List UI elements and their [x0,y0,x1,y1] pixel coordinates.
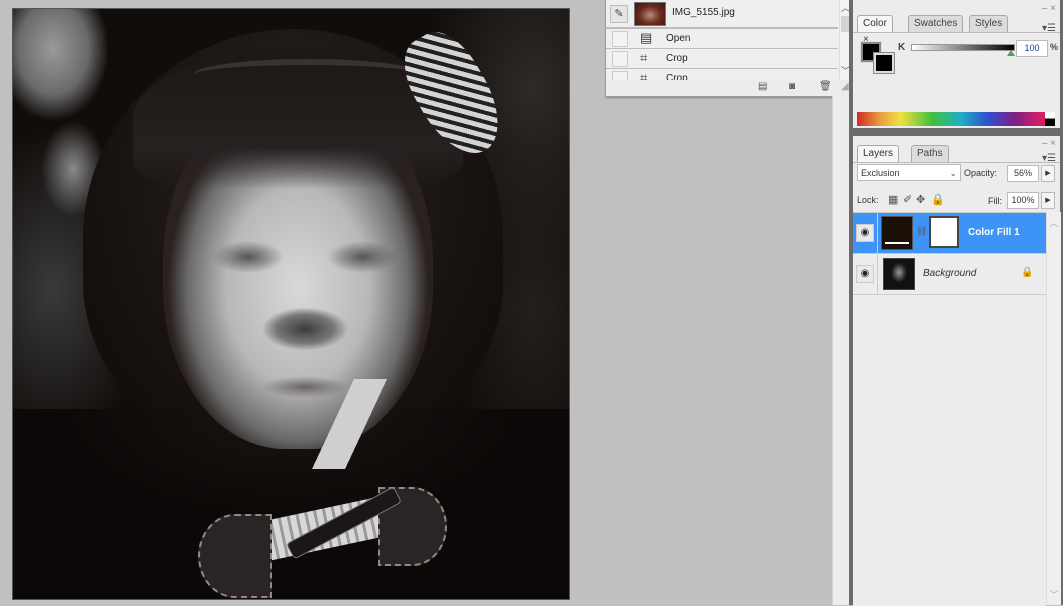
document-canvas[interactable] [12,8,570,600]
layer-list: ◉ ⛓ Color Fill 1 ◉ Background 🔒 [853,212,1046,606]
close-icon[interactable]: × [1050,138,1056,149]
tab-swatches[interactable]: Swatches [908,15,964,32]
blend-mode-select[interactable]: Exclusion ⌄ [857,164,961,181]
k-channel-slider[interactable] [911,44,1015,51]
history-source-checkbox[interactable] [612,71,628,80]
resize-grip-icon[interactable]: ◢ [841,81,849,92]
fill-slider-button[interactable]: ▶ [1041,192,1055,209]
layer-row-background[interactable]: ◉ Background 🔒 [853,254,1046,295]
layers-scrollbar[interactable]: ︿ ﹀ [1046,212,1061,605]
layers-panel: – × Layers × Paths ▾☰ Exclusion ⌄ Opacit… [853,136,1061,606]
snapshot-thumbnail [634,2,666,26]
history-step-label: Open [666,33,691,44]
open-document-icon: ▤ [640,30,653,45]
history-source-checkbox[interactable] [612,51,628,67]
fill-input[interactable]: 100% [1007,192,1039,209]
delete-icon[interactable]: 🗑 [819,81,832,92]
tab-paths[interactable]: Paths [911,145,949,162]
history-footer: ▤ ◙ 🗑 ◢ [606,80,850,96]
channel-label: K [898,42,906,53]
lock-transparency-icon[interactable]: ▦ [888,193,898,206]
new-document-from-state-icon[interactable]: ▤ [758,81,767,92]
tab-styles[interactable]: Styles [969,15,1009,32]
black-white-ramp[interactable] [1045,112,1055,126]
photo-headband [193,59,423,91]
tab-layers[interactable]: Layers × [857,145,900,175]
history-brush-icon[interactable]: ✎ [610,5,628,23]
history-step[interactable]: ▤ Open [606,29,838,49]
snapshot-name: IMG_5155.jpg [672,7,735,18]
opacity-input[interactable]: 56% [1007,165,1039,182]
new-snapshot-icon[interactable]: ◙ [789,81,795,92]
lock-label: Lock: [857,195,879,205]
tab-label: Layers [863,148,894,159]
eye-visibility-icon[interactable]: ◉ [856,265,874,283]
opacity-slider-button[interactable]: ▶ [1041,165,1055,182]
lock-icon: 🔒 [1021,267,1034,278]
k-slider-thumb[interactable] [1007,50,1015,56]
panel-dock: – × Color × Swatches Styles ▾☰ K 100 % –… [849,0,1063,606]
layer-name[interactable]: Color Fill 1 [968,227,1020,238]
tab-label: Color [863,18,887,29]
tab-color[interactable]: Color × [857,15,893,45]
crop-icon: ⌗ [640,50,648,65]
history-step-label: Crop [666,73,688,80]
lock-position-move-icon[interactable]: ✥ [916,193,925,206]
opacity-label: Opacity: [964,168,998,178]
history-source-checkbox[interactable] [612,31,628,47]
history-snapshot[interactable]: ✎ IMG_5155.jpg [606,0,838,29]
minimize-icon[interactable]: – [1042,3,1048,14]
minimize-icon[interactable]: – [1042,138,1048,149]
layer-name[interactable]: Background [923,268,976,279]
link-chain-icon[interactable]: ⛓ [916,226,927,237]
photo-toggle-tab-left [198,514,272,598]
eye-visibility-icon[interactable]: ◉ [856,224,874,242]
color-spectrum-ramp[interactable] [857,112,1055,126]
history-panel: ✎ IMG_5155.jpg ▤ Open ⌗ Crop ⌗ Crop ︿ ﹀ … [605,0,851,97]
lock-all-icon[interactable]: 🔒 [931,193,945,206]
dock-collapse-strip [832,96,849,605]
blend-mode-value: Exclusion [861,168,900,178]
fill-label: Fill: [988,196,1002,206]
k-value-input[interactable]: 100 [1016,40,1048,57]
background-color-swatch[interactable] [873,52,895,74]
percent-label: % [1050,42,1059,52]
chevron-down-icon: ⌄ [949,168,957,178]
scroll-down-icon[interactable]: ﹀ [1047,588,1061,601]
background-layer-thumbnail[interactable] [883,258,915,290]
history-step[interactable]: ⌗ Crop [606,49,838,69]
history-step-label: Crop [666,53,688,64]
crop-icon: ⌗ [640,70,648,80]
close-icon[interactable]: × [1050,3,1056,14]
lock-image-brush-icon[interactable]: ✐ [903,193,912,206]
layer-mask-thumbnail[interactable] [929,216,959,248]
color-panel: – × Color × Swatches Styles ▾☰ K 100 % [853,0,1060,128]
history-step[interactable]: ⌗ Crop [606,69,838,80]
fill-layer-thumbnail[interactable] [881,216,913,250]
scroll-up-icon[interactable]: ︿ [1047,216,1061,229]
layer-row-color-fill[interactable]: ◉ ⛓ Color Fill 1 [853,213,1046,254]
